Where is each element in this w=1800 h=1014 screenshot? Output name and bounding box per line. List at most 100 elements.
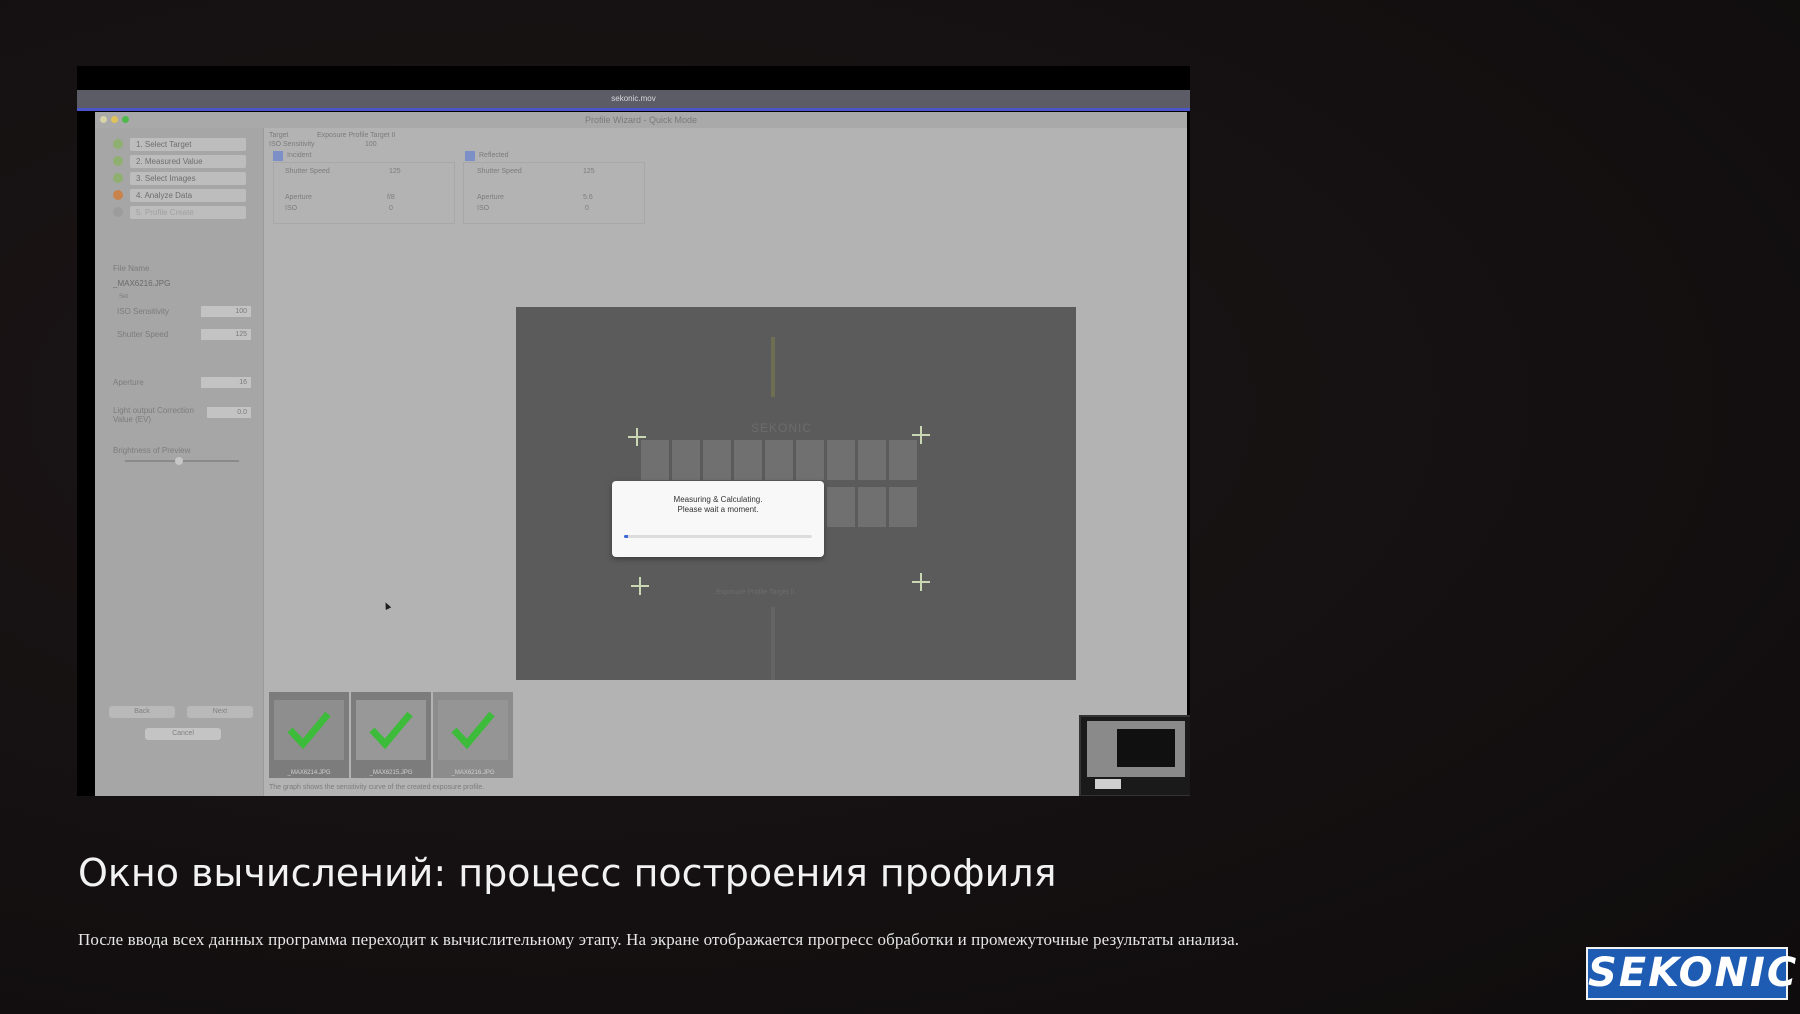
brightness-label: Brightness of Preview	[113, 446, 191, 455]
dialog-message-line1: Measuring & Calculating.	[673, 495, 763, 504]
set-label: Set	[119, 294, 129, 300]
target-patch	[827, 440, 855, 480]
progress-fill	[624, 535, 628, 538]
target-patch	[889, 440, 917, 480]
viewer-caption: Exposure Profile Target II	[716, 589, 795, 596]
target-patch	[858, 487, 886, 527]
minimize-icon[interactable]	[111, 116, 118, 123]
shutter-label: Shutter Speed	[117, 330, 169, 339]
profile-wizard-window: Profile Wizard - Quick Mode 1. Select Ta…	[95, 112, 1187, 796]
viewer-brand: SEKONIC	[751, 421, 813, 435]
wizard-sidebar: 1. Select Target 2. Measured Value 3. Se…	[95, 128, 264, 796]
iso-field[interactable]: 100	[201, 306, 251, 317]
step-label: 4. Analyze Data	[130, 189, 246, 202]
target-label: Target	[269, 132, 289, 139]
target-patch	[827, 487, 855, 527]
reflected-shutter-value: 125	[583, 168, 595, 175]
next-button[interactable]: Next	[187, 706, 253, 718]
checkmark-icon	[451, 711, 495, 750]
file-name-label: File Name	[113, 264, 150, 273]
iso-label: ISO Sensitivity	[117, 307, 170, 316]
step-select-images[interactable]: 3. Select Images	[113, 172, 246, 186]
sekonic-logo: SEKONIC	[1586, 947, 1796, 1000]
checkmark-icon	[287, 711, 331, 750]
pip-video	[1117, 729, 1175, 767]
slider-thumb[interactable]	[175, 457, 183, 465]
step-label: 1. Select Target	[130, 138, 246, 151]
pip-strip	[1095, 779, 1121, 789]
step-label: 2. Measured Value	[130, 155, 246, 168]
shutter-field[interactable]: 125	[201, 329, 251, 340]
target-stem-top	[771, 337, 775, 397]
target-patch	[734, 440, 762, 480]
file-name-value: _MAX6216.JPG	[113, 279, 171, 288]
brightness-slider[interactable]	[125, 457, 239, 465]
step-analyze-data[interactable]: 4. Analyze Data	[113, 189, 246, 203]
status-icon	[113, 207, 123, 217]
incident-shutter-label: Shutter Speed	[285, 168, 330, 175]
incident-checkbox[interactable]	[273, 151, 283, 161]
step-select-target[interactable]: 1. Select Target	[113, 138, 246, 152]
video-screenshot: sekonic.mov Profile Wizard - Quick Mode …	[77, 66, 1190, 796]
progress-bar	[624, 535, 812, 538]
thumbnail-name: _MAX6216.JPG	[451, 770, 495, 776]
target-patch	[889, 487, 917, 527]
incident-iso-value: 0	[389, 205, 393, 212]
menubar: sekonic.mov	[77, 90, 1190, 111]
picture-in-picture-preview[interactable]	[1079, 715, 1190, 796]
reflected-iso-value: 0	[585, 205, 589, 212]
aperture-field[interactable]: 16	[201, 377, 251, 388]
step-measured-value[interactable]: 2. Measured Value	[113, 155, 246, 169]
target-patch	[796, 440, 824, 480]
reflected-iso-label: ISO	[477, 205, 490, 212]
corner-marker-icon[interactable]	[912, 573, 930, 591]
thumbnail-name: _MAX6215.JPG	[369, 770, 413, 776]
reflected-aperture-value: 5.6	[583, 194, 593, 201]
incident-shutter-value: 125	[389, 168, 401, 175]
target-patch	[858, 440, 886, 480]
light-output-label: Light output Correction Value (EV)	[113, 406, 194, 424]
step-label: 5. Profile Create	[130, 206, 246, 219]
incident-iso-label: ISO	[285, 205, 298, 212]
incident-aperture-value: f/8	[387, 194, 395, 201]
status-icon	[113, 156, 123, 166]
incident-aperture-label: Aperture	[285, 194, 312, 201]
thumbnail[interactable]: _MAX6215.JPG	[351, 692, 431, 778]
corner-marker-icon[interactable]	[628, 428, 646, 446]
corner-marker-icon[interactable]	[912, 426, 930, 444]
reflected-shutter-label: Shutter Speed	[477, 168, 522, 175]
iso-label: ISO Sensitivity	[269, 141, 315, 148]
checkmark-icon	[369, 711, 413, 750]
reflected-aperture-label: Aperture	[477, 194, 504, 201]
cancel-button[interactable]: Cancel	[145, 728, 221, 740]
thumbnail[interactable]: _MAX6214.JPG	[269, 692, 349, 778]
window-title: Profile Wizard - Quick Mode	[95, 112, 1187, 128]
target-patch	[765, 440, 793, 480]
zoom-icon[interactable]	[122, 116, 129, 123]
calculating-dialog: Measuring & Calculating. Please wait a m…	[612, 481, 824, 557]
back-button[interactable]: Back	[109, 706, 175, 718]
reflected-checkbox[interactable]	[465, 151, 475, 161]
screenshot-cursor	[382, 601, 392, 610]
aperture-label: Aperture	[113, 378, 144, 387]
light-output-field[interactable]: 0.0	[207, 407, 251, 418]
reflected-label: Reflected	[479, 152, 509, 159]
target-patch	[672, 440, 700, 480]
thumbnail-name: _MAX6214.JPG	[287, 770, 331, 776]
thumbnail[interactable]: _MAX6216.JPG	[433, 692, 513, 778]
target-patch	[703, 440, 731, 480]
step-profile-create[interactable]: 5. Profile Create	[113, 206, 246, 220]
step-label: 3. Select Images	[130, 172, 246, 185]
dialog-message-line2: Please wait a moment.	[677, 505, 759, 514]
incident-label: Incident	[287, 152, 312, 159]
slide-description: После ввода всех данных программа перехо…	[78, 930, 1240, 949]
status-icon	[113, 190, 123, 200]
graph-note: The graph shows the sensitivity curve of…	[269, 784, 485, 791]
close-icon[interactable]	[100, 116, 107, 123]
slide-heading: Окно вычислений: процесс построения проф…	[78, 851, 1057, 895]
corner-marker-icon[interactable]	[631, 577, 649, 595]
target-patch	[641, 440, 669, 480]
target-stem-bottom	[771, 607, 775, 680]
iso-value: 100	[365, 141, 377, 148]
status-icon	[113, 139, 123, 149]
